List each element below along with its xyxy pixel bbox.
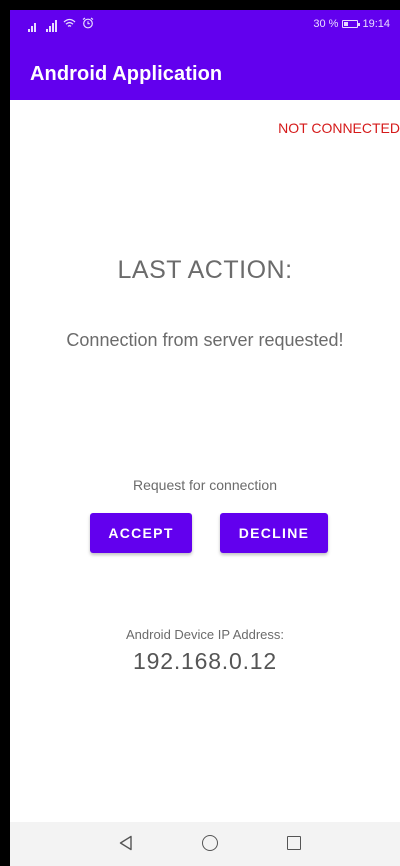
recents-icon[interactable] — [287, 836, 301, 850]
signal-icon — [46, 20, 57, 32]
accept-button[interactable]: ACCEPT — [90, 513, 192, 553]
request-label: Request for connection — [133, 477, 277, 493]
app-bar: Android Application — [10, 48, 400, 100]
app-screen: 30 % 19:14 Android Application NOT CONNE… — [10, 10, 400, 866]
status-right: 30 % 19:14 — [313, 18, 390, 30]
decline-button[interactable]: DECLINE — [220, 513, 328, 553]
wifi-icon — [63, 18, 76, 32]
home-icon[interactable] — [202, 835, 218, 851]
navigation-bar — [10, 822, 400, 866]
phone-frame: 30 % 19:14 Android Application NOT CONNE… — [0, 0, 400, 866]
battery-icon — [342, 20, 361, 28]
status-bar: 30 % 19:14 — [10, 10, 400, 48]
app-title: Android Application — [30, 63, 223, 85]
last-action-message: Connection from server requested! — [66, 330, 344, 350]
last-action-heading: LAST ACTION: — [117, 256, 293, 284]
back-icon[interactable] — [118, 835, 134, 856]
connection-status: NOT CONNECTED — [278, 120, 400, 136]
status-icons — [28, 17, 94, 32]
signal-icon — [28, 23, 36, 32]
ip-address-value: 192.168.0.12 — [133, 648, 277, 674]
clock: 19:14 — [362, 18, 390, 30]
alarm-icon — [82, 17, 94, 32]
ip-address-label: Android Device IP Address: — [125, 627, 284, 642]
battery-percent: 30 % — [313, 18, 339, 30]
